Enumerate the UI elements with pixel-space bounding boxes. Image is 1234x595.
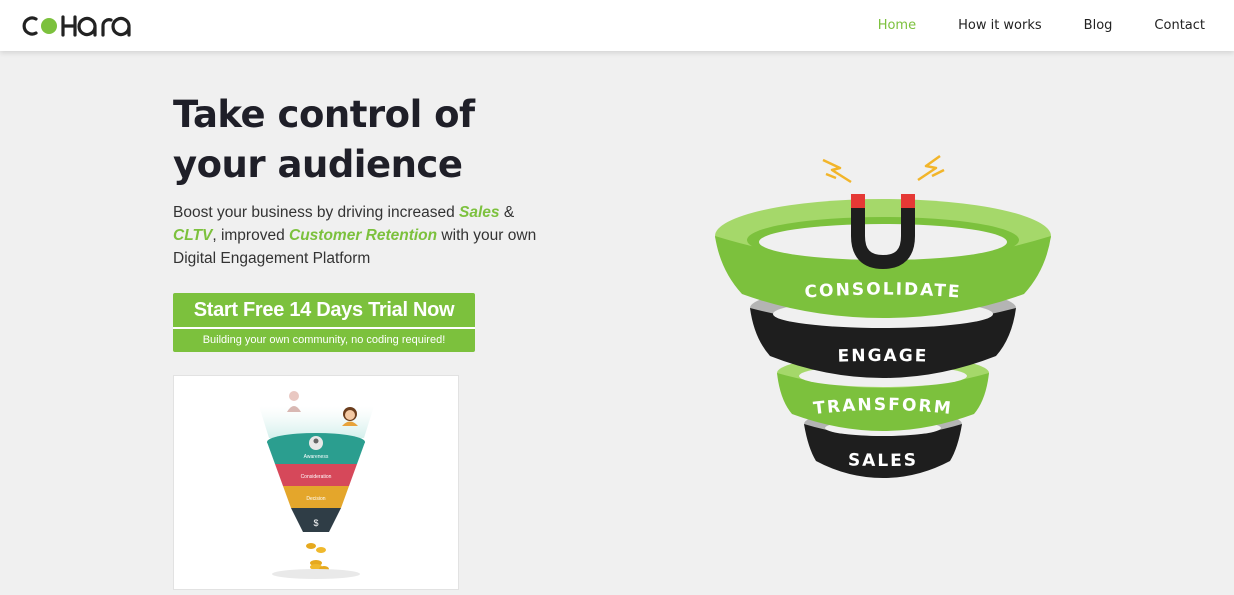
desc-text-1: Boost your business by driving increased [173,204,460,221]
start-trial-sublabel: Building your own community, no coding r… [173,329,475,352]
hero-title-line1: Take control of [173,93,475,136]
funnel-label-dollar: $ [313,518,318,528]
desc-highlight-cltv: CLTV [173,227,213,244]
funnel-label-decision: Decision [306,496,325,502]
desc-text-3: , improved [212,227,289,244]
engagement-funnel-graphic: SALES TRANSFORM ENGAGE CONSOLIDATE [708,148,1058,488]
funnel-illustration-card: Awareness Consideration Decision $ [173,375,459,590]
hero-description: Boost your business by driving increased… [173,201,545,270]
engagement-funnel-svg: SALES TRANSFORM ENGAGE CONSOLIDATE [715,154,1051,478]
funnel-label-consolidate: CONSOLIDATE [804,279,960,302]
sales-funnel-illustration: Awareness Consideration Decision $ [259,391,374,579]
hero-title-line2: your audience [173,143,463,186]
funnel-label-consideration: Consideration [301,474,332,480]
start-trial-button[interactable]: Start Free 14 Days Trial Now Building yo… [173,293,475,352]
navbar: Home How it works Blog Contact [0,0,1234,51]
cohera-logo-icon [22,15,131,37]
lightning-bolt-icon [822,158,852,184]
hero-title: Take control of your audience [173,90,533,190]
funnel-label-sales: SALES [848,450,916,471]
nav-home[interactable]: Home [878,18,916,33]
funnel-shadow [272,569,360,579]
funnel-label-awareness: Awareness [304,454,329,460]
start-trial-label: Start Free 14 Days Trial Now [173,293,475,327]
main-nav: Home How it works Blog Contact [836,0,1205,51]
svg-text:CONSOLIDATE: CONSOLIDATE [804,279,962,302]
nav-how-it-works[interactable]: How it works [958,18,1042,33]
desc-highlight-sales: Sales [459,204,500,221]
desc-text-2: & [499,204,515,221]
svg-text:SALES: SALES [848,450,918,471]
cohera-logo[interactable] [21,11,133,41]
nav-contact[interactable]: Contact [1154,18,1205,33]
nav-blog[interactable]: Blog [1084,18,1113,33]
lightning-bolt-icon-2 [917,154,945,182]
coins-icon [306,543,329,572]
desc-highlight-retention: Customer Retention [289,227,438,244]
